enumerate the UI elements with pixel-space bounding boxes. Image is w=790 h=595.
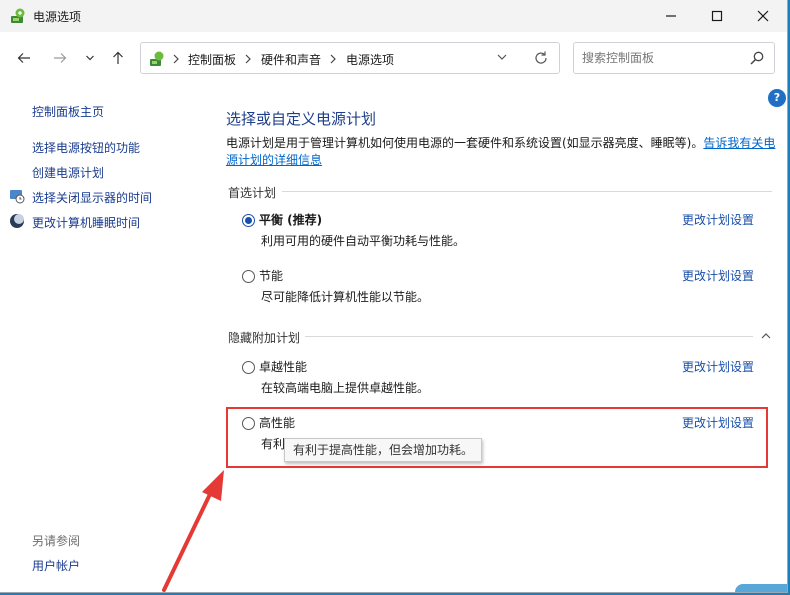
minimize-icon — [666, 15, 676, 17]
monitor-clock-icon — [10, 190, 25, 204]
navigation-bar: 控制面板 硬件和声音 电源选项 — [0, 32, 787, 84]
address-bar[interactable]: 控制面板 硬件和声音 电源选项 — [140, 42, 560, 74]
choose-power-button-link[interactable]: 选择电源按钮的功能 — [32, 139, 140, 156]
plan-power-saver-desc: 尽可能降低计算机性能以节能。 — [261, 290, 430, 304]
search-input[interactable] — [582, 49, 742, 67]
control-panel-icon — [150, 51, 164, 66]
plan-balanced-change-link[interactable]: 更改计划设置 — [682, 211, 754, 228]
chevron-right-icon — [173, 54, 179, 64]
description-text: 电源计划是用于管理计算机如何使用电源的一套硬件和系统设置(如显示器亮度、睡眠等)… — [226, 136, 704, 150]
title-bar: 电源选项 — [0, 0, 787, 32]
minimize-button[interactable] — [648, 0, 694, 32]
plan-balanced-radio[interactable] — [242, 214, 255, 227]
plan-balanced-desc: 利用可用的硬件自动平衡功耗与性能。 — [261, 234, 466, 248]
preferred-plans-heading: 首选计划 — [228, 186, 277, 200]
arrow-up-icon — [113, 51, 123, 64]
refresh-icon[interactable] — [533, 50, 549, 66]
plan-balanced-name[interactable]: 平衡 (推荐) — [259, 211, 322, 228]
maximize-icon — [711, 10, 723, 22]
breadcrumb-power-options[interactable]: 电源选项 — [346, 51, 394, 68]
plan-ultimate-change-link[interactable]: 更改计划设置 — [682, 358, 754, 375]
close-icon — [757, 10, 769, 22]
close-button[interactable] — [740, 0, 786, 32]
power-options-app-icon — [11, 8, 25, 23]
search-icon[interactable] — [749, 50, 765, 66]
chevron-down-icon — [86, 55, 94, 61]
see-also-heading: 另请参阅 — [32, 534, 81, 548]
preferred-divider — [282, 191, 772, 192]
user-accounts-link[interactable]: 用户帐户 — [32, 557, 80, 574]
turn-off-display-link[interactable]: 选择关闭显示器的时间 — [32, 189, 152, 206]
recent-locations-button[interactable] — [78, 46, 102, 70]
plan-tooltip: 有利于提高性能，但会增加功耗。 — [284, 438, 483, 462]
control-panel-home-link[interactable]: 控制面板主页 — [32, 103, 104, 120]
plan-power-saver-change-link[interactable]: 更改计划设置 — [682, 267, 754, 284]
power-options-window: 电源选项 控制面板 硬件和声音 电源选项 搜索控制面板 控制面板主页 选择电源按… — [0, 0, 788, 593]
create-power-plan-link[interactable]: 创建电源计划 — [32, 164, 104, 181]
change-sleep-time-link[interactable]: 更改计算机睡眠时间 — [32, 214, 140, 231]
corner-decoration — [735, 584, 787, 592]
back-button[interactable] — [12, 46, 36, 70]
breadcrumb-control-panel[interactable]: 控制面板 — [188, 51, 236, 68]
page-description: 电源计划是用于管理计算机如何使用电源的一套硬件和系统设置(如显示器亮度、睡眠等)… — [226, 135, 778, 169]
up-button[interactable] — [106, 46, 130, 70]
arrow-right-icon — [54, 53, 67, 63]
help-icon[interactable]: ? — [768, 89, 786, 107]
chevron-up-icon[interactable] — [760, 330, 772, 342]
window-title: 电源选项 — [33, 10, 82, 24]
annotation-arrow — [162, 470, 224, 592]
arrow-left-icon — [17, 53, 30, 63]
plan-power-saver-radio[interactable] — [242, 270, 255, 283]
plan-power-saver-name[interactable]: 节能 — [259, 267, 283, 284]
moon-sleep-icon — [10, 214, 24, 228]
breadcrumb-hardware-sound[interactable]: 硬件和声音 — [261, 51, 321, 68]
chevron-right-icon — [245, 54, 251, 64]
chevron-right-icon — [330, 54, 336, 64]
forward-button[interactable] — [48, 46, 72, 70]
maximize-button[interactable] — [694, 0, 740, 32]
hidden-divider — [305, 336, 753, 337]
page-title: 选择或自定义电源计划 — [226, 110, 377, 128]
address-dropdown-icon[interactable] — [496, 51, 508, 63]
plan-ultimate-radio[interactable] — [242, 361, 255, 374]
search-box — [573, 42, 775, 74]
hidden-plans-heading: 隐藏附加计划 — [228, 331, 301, 345]
plan-ultimate-desc: 在较高端电脑上提供卓越性能。 — [261, 381, 430, 395]
plan-ultimate-name[interactable]: 卓越性能 — [259, 358, 307, 375]
